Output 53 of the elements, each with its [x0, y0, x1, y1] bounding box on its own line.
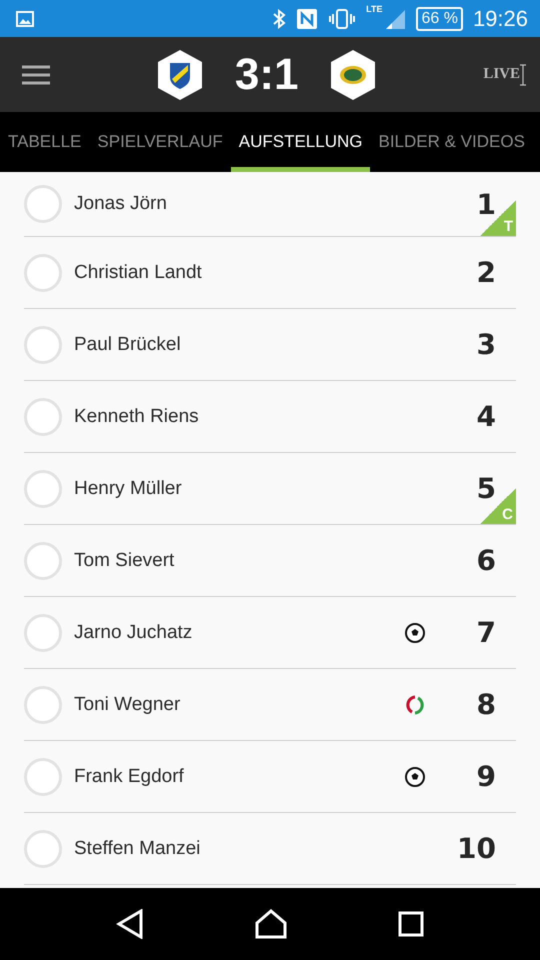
avatar — [24, 470, 62, 508]
shirt-number: 6 — [476, 544, 496, 577]
football-icon — [404, 766, 426, 788]
bluetooth-icon — [272, 8, 286, 28]
avatar — [24, 326, 62, 364]
recents-icon[interactable] — [398, 911, 424, 937]
avatar — [24, 614, 62, 652]
player-name: Christian Landt — [74, 262, 203, 284]
player-name: Henry Müller — [74, 478, 183, 500]
menu-icon[interactable] — [22, 64, 50, 84]
player-name: Paul Brückel — [74, 334, 182, 356]
signal-icon — [384, 8, 406, 30]
player-name: Kenneth Riens — [74, 406, 200, 428]
team-crest-icon — [330, 48, 376, 100]
player-name: Jarno Juchatz — [74, 622, 194, 644]
avatar — [24, 758, 62, 796]
tab[interactable]: SPIELVERLAUF — [89, 112, 231, 172]
player-name: Steffen Manzei — [74, 838, 202, 860]
shirt-number: 3 — [476, 328, 496, 361]
battery-indicator: 66 % — [416, 6, 463, 30]
avatar — [24, 542, 62, 580]
avatar — [24, 185, 62, 223]
substitution-icon — [404, 694, 426, 716]
shirt-number: 1 — [476, 188, 496, 220]
football-icon — [404, 622, 426, 644]
shirt-number: 4 — [476, 400, 496, 433]
shirt-number: 10 — [456, 832, 496, 865]
avatar — [24, 686, 62, 724]
live-label[interactable]: LIVE — [483, 66, 520, 83]
image-icon — [16, 10, 34, 26]
avatar — [24, 254, 62, 292]
tab[interactable]: TABELLE — [0, 112, 90, 172]
tab[interactable]: BILDER & VIDEOS — [370, 112, 533, 172]
network-type-label: LTE — [366, 4, 382, 14]
clock: 19:26 — [472, 6, 528, 32]
shirt-number: 9 — [476, 760, 496, 793]
player-name: Frank Egdorf — [74, 766, 185, 788]
player-name: Tom Sievert — [74, 550, 176, 572]
home-icon[interactable] — [254, 909, 287, 939]
match-score: 3:1 — [234, 50, 298, 100]
player-name: Jonas Jörn — [74, 193, 168, 215]
shirt-number: 2 — [476, 256, 496, 289]
back-icon[interactable] — [116, 909, 144, 939]
avatar — [24, 830, 62, 868]
text-cursor-icon — [520, 64, 526, 86]
team-crest-icon — [156, 48, 203, 100]
avatar — [24, 398, 62, 436]
shirt-number: 7 — [476, 616, 496, 649]
vibrate-icon — [328, 8, 356, 28]
shirt-number: 8 — [476, 688, 496, 721]
player-name: Toni Wegner — [74, 694, 182, 716]
nfc-icon — [296, 8, 318, 30]
tab[interactable]: AUFSTELLUNG — [230, 112, 370, 172]
